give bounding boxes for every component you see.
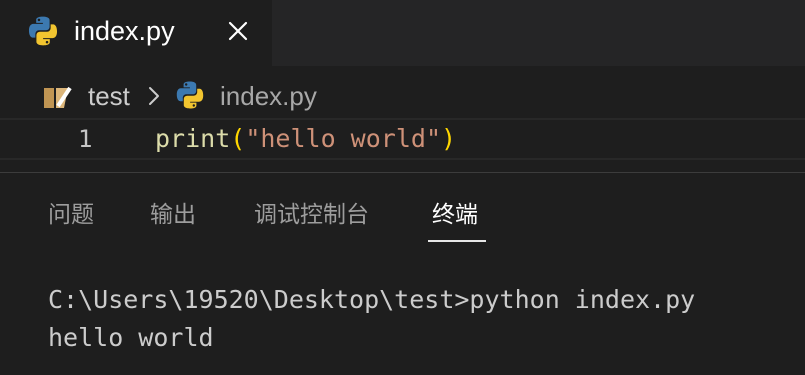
line-number: 1 [78,125,93,153]
breadcrumb-file[interactable]: index.py [220,79,317,113]
code-close-paren: ) [441,124,457,153]
tab-debug-console[interactable]: 调试控制台 [254,198,369,232]
active-tab-indicator [428,240,486,242]
tab-problems[interactable]: 问题 [48,198,94,232]
code-function: print [155,124,231,153]
python-icon [176,81,204,109]
breadcrumb-folder[interactable]: test [88,79,130,113]
terminal-command-line[interactable]: C:\Users\19520\Desktop\test>python index… [48,282,695,318]
tab-terminal[interactable]: 终端 [432,198,478,232]
code-line[interactable]: print("hello world") [155,121,456,157]
folder-icon [44,86,72,108]
tab-label: index.py [74,16,175,46]
tab-output[interactable]: 输出 [150,198,196,232]
tab-bar: index.py [0,0,805,66]
close-icon[interactable] [222,15,254,47]
python-icon [28,16,58,46]
terminal-output-line[interactable]: hello world [48,320,214,356]
chevron-right-icon [149,87,159,105]
code-open-paren: ( [230,124,246,153]
tab-index-py[interactable]: index.py [0,0,272,66]
vscode-window: index.py test index.py 1 print("hello wo… [0,0,805,375]
code-string: "hello world" [245,124,441,153]
